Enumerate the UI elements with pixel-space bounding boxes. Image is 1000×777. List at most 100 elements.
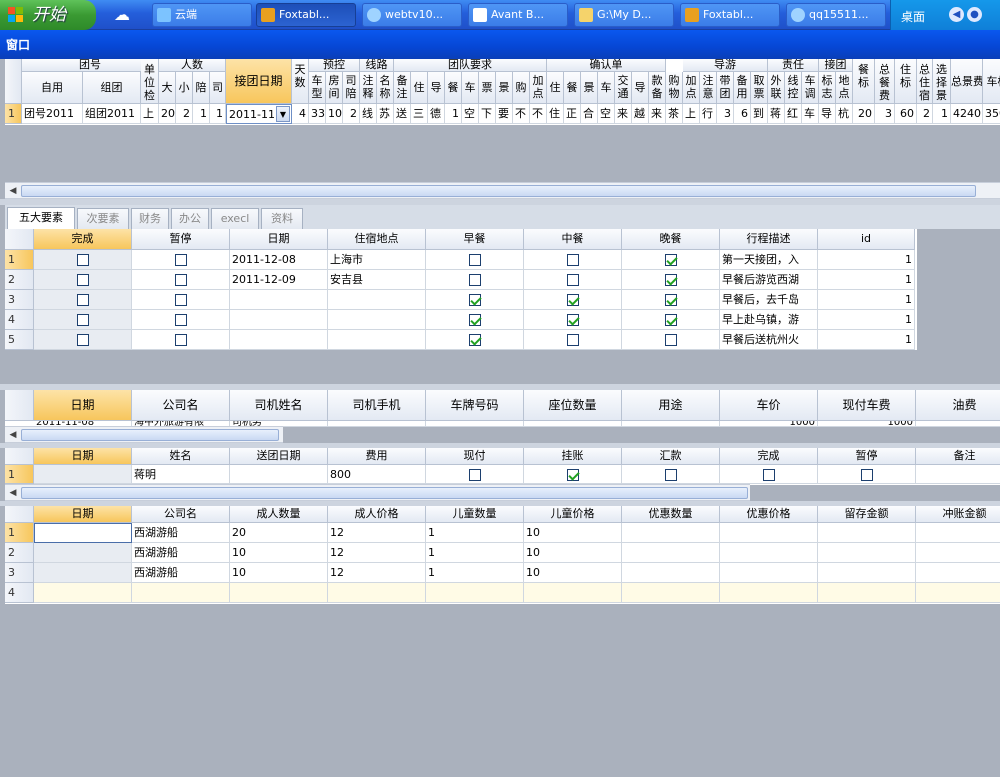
checkbox[interactable]	[566, 314, 579, 326]
task-button-webtv[interactable]: webtv10...	[362, 3, 462, 27]
checkbox[interactable]	[468, 314, 481, 326]
cell-date[interactable]	[230, 290, 328, 310]
cell-jietuan_date[interactable]: 2011-11 ▼	[226, 104, 292, 124]
cell-d[interactable]	[622, 290, 720, 310]
column-header-zongcanfei[interactable]: 总餐费	[875, 59, 895, 104]
checkbox[interactable]	[468, 254, 481, 266]
column-header-car-6[interactable]: 用途	[622, 390, 720, 421]
column-header-car-2[interactable]: 司机姓名	[230, 390, 328, 421]
cell-dao[interactable]: 德	[428, 104, 445, 124]
cell-ticket-company[interactable]: 西湖游船	[132, 543, 230, 563]
checkbox[interactable]	[76, 334, 89, 346]
column-header-car-5[interactable]: 座位数量	[524, 390, 622, 421]
column-header-mingcheng[interactable]: 名称	[377, 72, 394, 104]
cell-kuanbei[interactable]: 来	[649, 104, 666, 124]
column-header-ziyong[interactable]: 自用	[22, 72, 83, 104]
scroll-left-icon[interactable]: ◀	[6, 184, 20, 198]
column-header-place[interactable]: 住宿地点	[328, 229, 426, 250]
column-header-zhubiao[interactable]: 住标	[895, 59, 917, 104]
scrollbar-thumb[interactable]	[21, 487, 748, 499]
cell-ticket-adult_n[interactable]	[230, 583, 328, 603]
checkbox[interactable]	[566, 274, 579, 286]
cell-id[interactable]: 1	[818, 310, 915, 330]
cell-car-5[interactable]	[524, 421, 622, 427]
cell-guide-send[interactable]	[230, 465, 328, 484]
column-header-guide-pause[interactable]: 暂停	[818, 448, 916, 465]
car-horizontal-scrollbar[interactable]: ◀	[5, 426, 283, 443]
task-button-qq[interactable]: qq15511...	[786, 3, 886, 27]
cell-ticket-company[interactable]: 西湖游船	[132, 523, 230, 543]
column-header-dao[interactable]: 导	[428, 72, 445, 104]
cloud-icon[interactable]: ☁	[108, 5, 136, 25]
cell-id[interactable]: 1	[818, 270, 915, 290]
column-header-zutuan[interactable]: 组团	[83, 72, 141, 104]
column-header-jietuan_date[interactable]: 接团日期	[226, 59, 292, 104]
column-header-pause[interactable]: 暂停	[132, 229, 230, 250]
column-header-d_jiadian[interactable]: 加点	[683, 72, 700, 104]
cell-place[interactable]: 安吉县	[328, 270, 426, 290]
column-header-guide-cash[interactable]: 现付	[426, 448, 524, 465]
cell-ticket-adult_p[interactable]: 12	[328, 563, 426, 583]
column-header-zhuyi[interactable]: 注意	[700, 72, 717, 104]
column-header-car-0[interactable]: 日期	[34, 390, 132, 421]
cell-can[interactable]: 1	[445, 104, 462, 124]
column-header-desc[interactable]: 行程描述	[720, 229, 818, 250]
cell-guide-note[interactable]	[916, 465, 1000, 484]
column-header-done[interactable]: 完成	[34, 229, 132, 250]
column-header-ticket-company[interactable]: 公司名	[132, 506, 230, 523]
row-header[interactable]: 3	[5, 563, 34, 583]
cell-ticket-disc_p[interactable]	[720, 523, 818, 543]
cell-chexing[interactable]: 33	[309, 104, 326, 124]
cell-beiyong[interactable]: 6	[734, 104, 751, 124]
cell-chediao[interactable]: 车	[802, 104, 819, 124]
column-header-canbiao[interactable]: 餐标	[853, 59, 875, 104]
cell-done[interactable]	[34, 330, 132, 350]
column-header-si[interactable]: 司	[210, 72, 226, 104]
cell-q_can[interactable]: 正	[564, 104, 581, 124]
column-header-beizhu[interactable]: 备注	[394, 72, 411, 104]
cell-l[interactable]	[524, 310, 622, 330]
cell-zongcanfei[interactable]: 3	[875, 104, 895, 124]
cell-ticket-disc_p[interactable]	[720, 583, 818, 603]
cell-desc[interactable]: 早上赴乌镇，游	[720, 310, 818, 330]
cell-ticket-adult_n[interactable]: 10	[230, 543, 328, 563]
cell-b[interactable]	[426, 310, 524, 330]
cell-d[interactable]	[622, 310, 720, 330]
cell-ticket-adult_n[interactable]: 10	[230, 563, 328, 583]
column-header-xuanzejing[interactable]: 选择景	[933, 59, 951, 104]
cell-guide-done[interactable]	[720, 465, 818, 484]
checkbox[interactable]	[174, 314, 187, 326]
column-header-pei[interactable]: 陪	[193, 72, 210, 104]
cell-mingcheng[interactable]: 苏	[377, 104, 394, 124]
column-header-sipei[interactable]: 司陪	[343, 72, 360, 104]
cell-done[interactable]	[34, 310, 132, 330]
cell-q_dao[interactable]: 越	[632, 104, 649, 124]
checkbox[interactable]	[76, 254, 89, 266]
column-header-xiao[interactable]: 小	[176, 72, 193, 104]
cell-canbiao[interactable]: 20	[853, 104, 875, 124]
column-header-date[interactable]: 日期	[230, 229, 328, 250]
checkbox[interactable]	[664, 334, 677, 346]
cell-done[interactable]	[34, 270, 132, 290]
checkbox[interactable]	[566, 334, 579, 346]
cell-jiaotong[interactable]: 来	[615, 104, 632, 124]
checkbox[interactable]	[468, 334, 481, 346]
top-horizontal-scrollbar[interactable]: ◀	[5, 182, 1000, 199]
cell-car-4[interactable]	[426, 421, 524, 427]
row-header[interactable]: 1	[5, 523, 34, 543]
cell-d[interactable]	[622, 270, 720, 290]
column-header-ticket-disc_n[interactable]: 优惠数量	[622, 506, 720, 523]
column-header-b[interactable]: 早餐	[426, 229, 524, 250]
chevron-down-icon[interactable]: ▼	[276, 106, 290, 122]
cell-zhu[interactable]: 三	[411, 104, 428, 124]
task-button-explorer[interactable]: G:\My D...	[574, 3, 674, 27]
row-header[interactable]: 1	[5, 465, 34, 484]
cell-jiadian[interactable]: 不	[530, 104, 547, 124]
cell-car-9[interactable]	[916, 421, 1000, 427]
task-button-avant[interactable]: Avant B...	[468, 3, 568, 27]
cell-place[interactable]	[328, 310, 426, 330]
checkbox[interactable]	[468, 294, 481, 306]
checkbox[interactable]	[468, 469, 481, 481]
cell-date[interactable]: 2011-12-08	[230, 250, 328, 270]
tab-excel[interactable]: execl	[211, 208, 259, 229]
